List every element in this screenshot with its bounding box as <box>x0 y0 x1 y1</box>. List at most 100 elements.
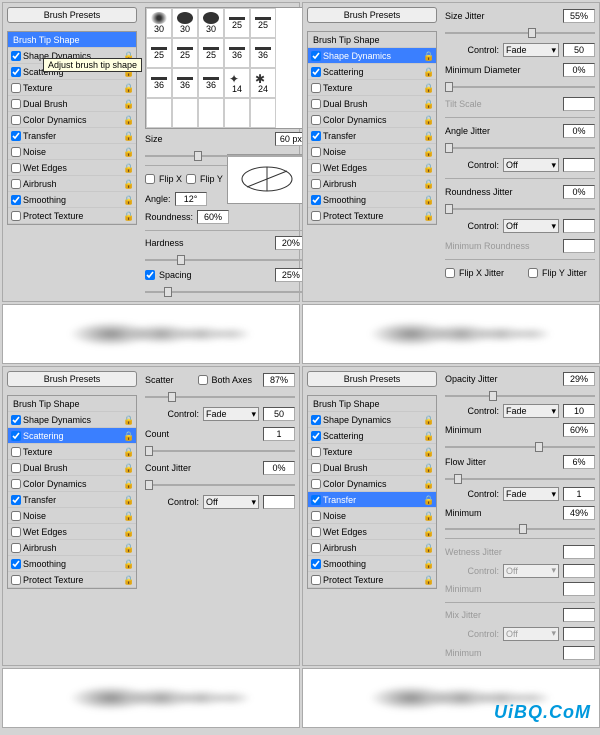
brush-presets-button[interactable]: Brush Presets <box>7 7 137 23</box>
opt-color-dynamics[interactable]: Color Dynamics🔒 <box>8 112 136 128</box>
brush-preset-grid[interactable]: 30 30 30 25 25 25 25 25 36 36 36 36 36 ✦… <box>145 7 307 129</box>
opt-airbrush[interactable]: Airbrush🔒 <box>308 176 436 192</box>
check-smoothing[interactable] <box>11 195 21 205</box>
scatter-value[interactable]: 87% <box>263 373 295 387</box>
flow-jitter-slider[interactable] <box>445 473 595 484</box>
opt-smoothing[interactable]: Smoothing🔒 <box>8 192 136 208</box>
control-select[interactable]: Fade▾ <box>503 43 559 57</box>
min-value[interactable]: 60% <box>563 423 595 437</box>
brush-tip-shape-row[interactable]: Brush Tip Shape <box>8 396 136 412</box>
control-select[interactable]: Fade▾ <box>503 404 559 418</box>
opt-smoothing[interactable]: Smoothing🔒 <box>308 556 436 572</box>
count-jitter-value[interactable]: 0% <box>263 461 295 475</box>
brush-presets-button[interactable]: Brush Presets <box>7 371 137 387</box>
opt-wet-edges[interactable]: Wet Edges🔒 <box>8 524 136 540</box>
opt-protect-texture[interactable]: Protect Texture🔒 <box>8 208 136 224</box>
opacity-jitter-slider[interactable] <box>445 390 595 401</box>
opt-wet-edges[interactable]: Wet Edges🔒 <box>308 524 436 540</box>
flipx-jitter-check[interactable] <box>445 268 455 278</box>
opt-shape-dynamics[interactable]: Shape Dynamics🔒 <box>308 48 436 64</box>
check-noise[interactable] <box>11 147 21 157</box>
min-diam-value[interactable]: 0% <box>563 63 595 77</box>
opt-scattering[interactable]: Scattering🔒 <box>308 64 436 80</box>
check-protect-texture[interactable] <box>11 211 21 221</box>
opt-smoothing[interactable]: Smoothing🔒 <box>8 556 136 572</box>
opt-noise[interactable]: Noise🔒 <box>308 508 436 524</box>
opt-scattering[interactable]: Scattering🔒 <box>308 428 436 444</box>
opt-wet-edges[interactable]: Wet Edges🔒 <box>308 160 436 176</box>
opt-airbrush[interactable]: Airbrush🔒 <box>308 540 436 556</box>
check-texture[interactable] <box>11 83 21 93</box>
opt-color-dynamics[interactable]: Color Dynamics🔒 <box>308 476 436 492</box>
min-slider[interactable] <box>445 441 595 452</box>
size-jitter-value[interactable]: 55% <box>563 9 595 23</box>
opt-wet-edges[interactable]: Wet Edges🔒 <box>8 160 136 176</box>
check-airbrush[interactable] <box>11 179 21 189</box>
opt-transfer[interactable]: Transfer🔒 <box>8 492 136 508</box>
check-scattering[interactable] <box>11 67 21 77</box>
brush-tip-shape-row[interactable]: Brush Tip Shape <box>308 396 436 412</box>
spacing-check[interactable] <box>145 270 155 280</box>
brush-presets-button[interactable]: Brush Presets <box>307 7 437 23</box>
size-jitter-slider[interactable] <box>445 27 595 39</box>
check-dual-brush[interactable] <box>11 99 21 109</box>
angle-jitter-slider[interactable] <box>445 142 595 154</box>
check-transfer[interactable] <box>11 131 21 141</box>
flow-jitter-value[interactable]: 6% <box>563 455 595 469</box>
round-jitter-slider[interactable] <box>445 203 595 215</box>
flipx-check[interactable] <box>145 174 155 184</box>
control-select[interactable]: Fade▾ <box>503 487 559 501</box>
opacity-jitter-value[interactable]: 29% <box>563 372 595 386</box>
angle-jitter-value[interactable]: 0% <box>563 124 595 138</box>
opt-protect-texture[interactable]: Protect Texture🔒 <box>308 208 436 224</box>
control-select[interactable]: Fade▾ <box>203 407 259 421</box>
opt-smoothing[interactable]: Smoothing🔒 <box>308 192 436 208</box>
count-slider[interactable] <box>145 445 295 457</box>
opt-texture[interactable]: Texture🔒 <box>308 444 436 460</box>
check-shape-dynamics[interactable] <box>11 51 21 61</box>
opt-shape-dynamics[interactable]: Shape Dynamics🔒 <box>308 412 436 428</box>
round-jitter-value[interactable]: 0% <box>563 185 595 199</box>
opt-texture[interactable]: Texture🔒 <box>8 80 136 96</box>
opt-texture[interactable]: Texture🔒 <box>8 444 136 460</box>
brush-presets-button[interactable]: Brush Presets <box>307 371 437 387</box>
flipy-check[interactable] <box>186 174 196 184</box>
opt-scattering[interactable]: Scattering🔒 <box>8 428 136 444</box>
opt-shape-dynamics[interactable]: Shape Dynamics🔒 <box>8 412 136 428</box>
scatter-slider[interactable] <box>145 391 295 403</box>
check-color-dynamics[interactable] <box>11 115 21 125</box>
spacing-slider[interactable] <box>145 286 307 297</box>
opt-noise[interactable]: Noise🔒 <box>8 508 136 524</box>
count-value[interactable]: 1 <box>263 427 295 441</box>
opt-transfer[interactable]: Transfer🔒 <box>308 492 436 508</box>
opt-airbrush[interactable]: Airbrush🔒 <box>8 540 136 556</box>
min2-slider[interactable] <box>445 523 595 534</box>
min-diam-slider[interactable] <box>445 81 595 93</box>
roundness-value[interactable]: 60% <box>197 210 229 224</box>
hardness-slider[interactable] <box>145 254 307 265</box>
both-axes-check[interactable] <box>198 375 208 385</box>
opt-dual-brush[interactable]: Dual Brush🔒 <box>308 96 436 112</box>
opt-protect-texture[interactable]: Protect Texture🔒 <box>308 572 436 588</box>
flipy-jitter-check[interactable] <box>528 268 538 278</box>
check-wet-edges[interactable] <box>11 163 21 173</box>
opt-noise[interactable]: Noise🔒 <box>308 144 436 160</box>
opt-color-dynamics[interactable]: Color Dynamics🔒 <box>8 476 136 492</box>
opt-transfer[interactable]: Transfer🔒 <box>308 128 436 144</box>
opt-noise[interactable]: Noise🔒 <box>8 144 136 160</box>
control-select[interactable]: Off▾ <box>203 495 259 509</box>
brush-tip-shape-row[interactable]: Brush Tip Shape <box>308 32 436 48</box>
opt-airbrush[interactable]: Airbrush🔒 <box>8 176 136 192</box>
opt-dual-brush[interactable]: Dual Brush🔒 <box>8 96 136 112</box>
brush-tip-shape-row[interactable]: Brush Tip Shape <box>8 32 136 48</box>
opt-transfer[interactable]: Transfer🔒 <box>8 128 136 144</box>
opt-dual-brush[interactable]: Dual Brush🔒 <box>308 460 436 476</box>
control-select[interactable]: Off▾ <box>503 219 559 233</box>
opt-color-dynamics[interactable]: Color Dynamics🔒 <box>308 112 436 128</box>
size-slider[interactable] <box>145 150 307 161</box>
count-jitter-slider[interactable] <box>145 479 295 491</box>
opt-protect-texture[interactable]: Protect Texture🔒 <box>8 572 136 588</box>
opt-dual-brush[interactable]: Dual Brush🔒 <box>8 460 136 476</box>
opt-texture[interactable]: Texture🔒 <box>308 80 436 96</box>
control-select[interactable]: Off▾ <box>503 158 559 172</box>
